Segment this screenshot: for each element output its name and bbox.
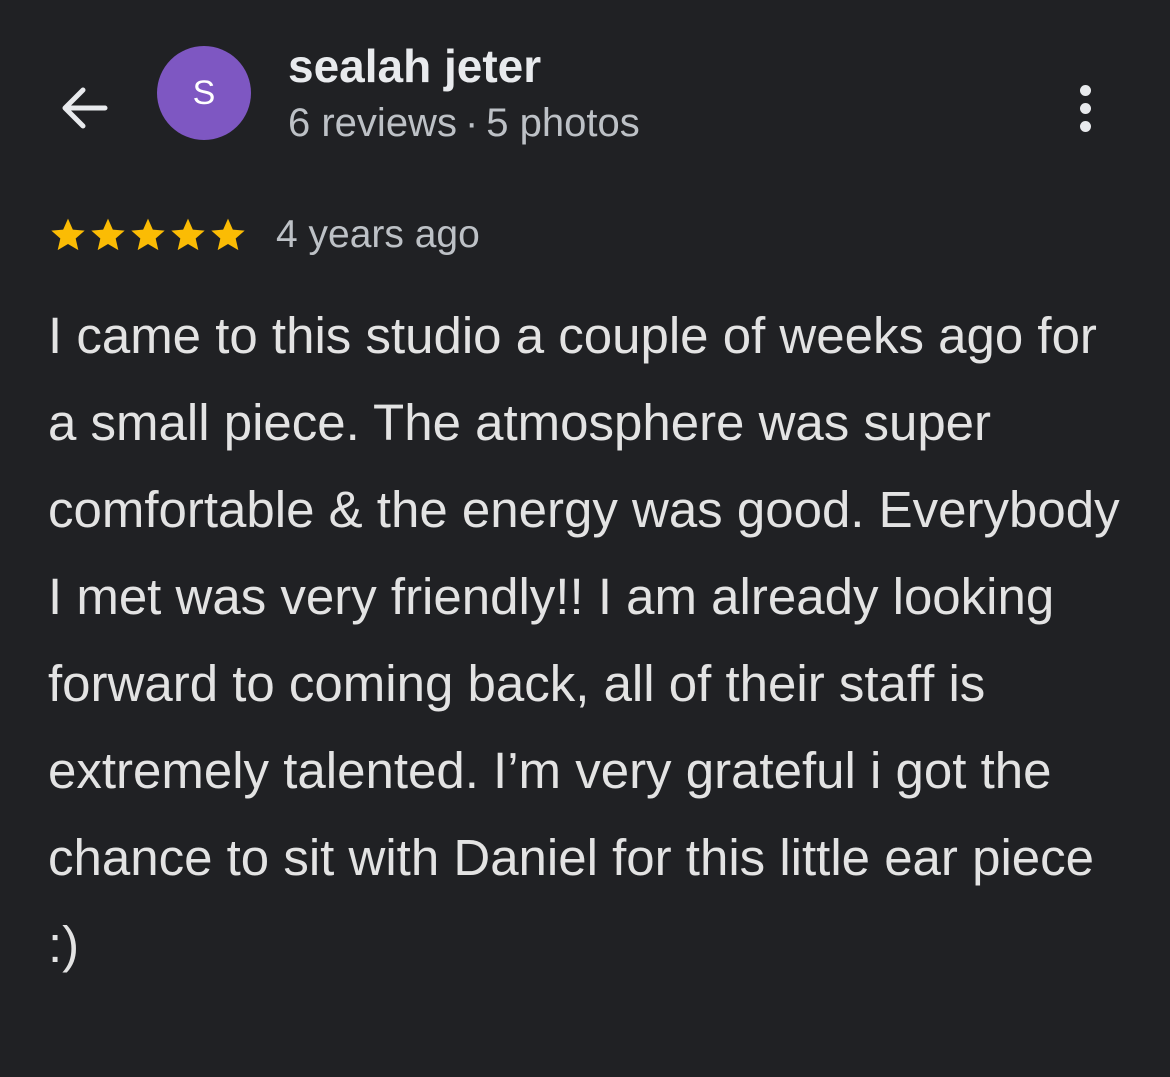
- star-icon: [131, 218, 165, 251]
- avatar-letter: S: [192, 73, 216, 112]
- star-rating: [48, 215, 248, 255]
- more-options-button[interactable]: [1062, 76, 1108, 140]
- photos-count: 5 photos: [486, 101, 640, 145]
- user-name[interactable]: sealah jeter: [288, 38, 541, 94]
- avatar[interactable]: S: [157, 46, 251, 140]
- user-meta: 6 reviews · 5 photos: [288, 98, 640, 148]
- more-vert-icon: [1079, 84, 1091, 132]
- star-icon: [211, 218, 245, 251]
- star-icon: [171, 218, 205, 251]
- back-button[interactable]: [54, 80, 114, 136]
- star-icon: [51, 218, 85, 251]
- review-text: I came to this studio a couple of weeks …: [48, 307, 1120, 973]
- rating-row: 4 years ago: [48, 210, 480, 260]
- star-icon: [91, 218, 125, 251]
- meta-separator: ·: [464, 101, 479, 145]
- arrow-back-icon: [62, 87, 108, 129]
- review-time: 4 years ago: [276, 213, 480, 256]
- reviews-count: 6 reviews: [288, 101, 457, 145]
